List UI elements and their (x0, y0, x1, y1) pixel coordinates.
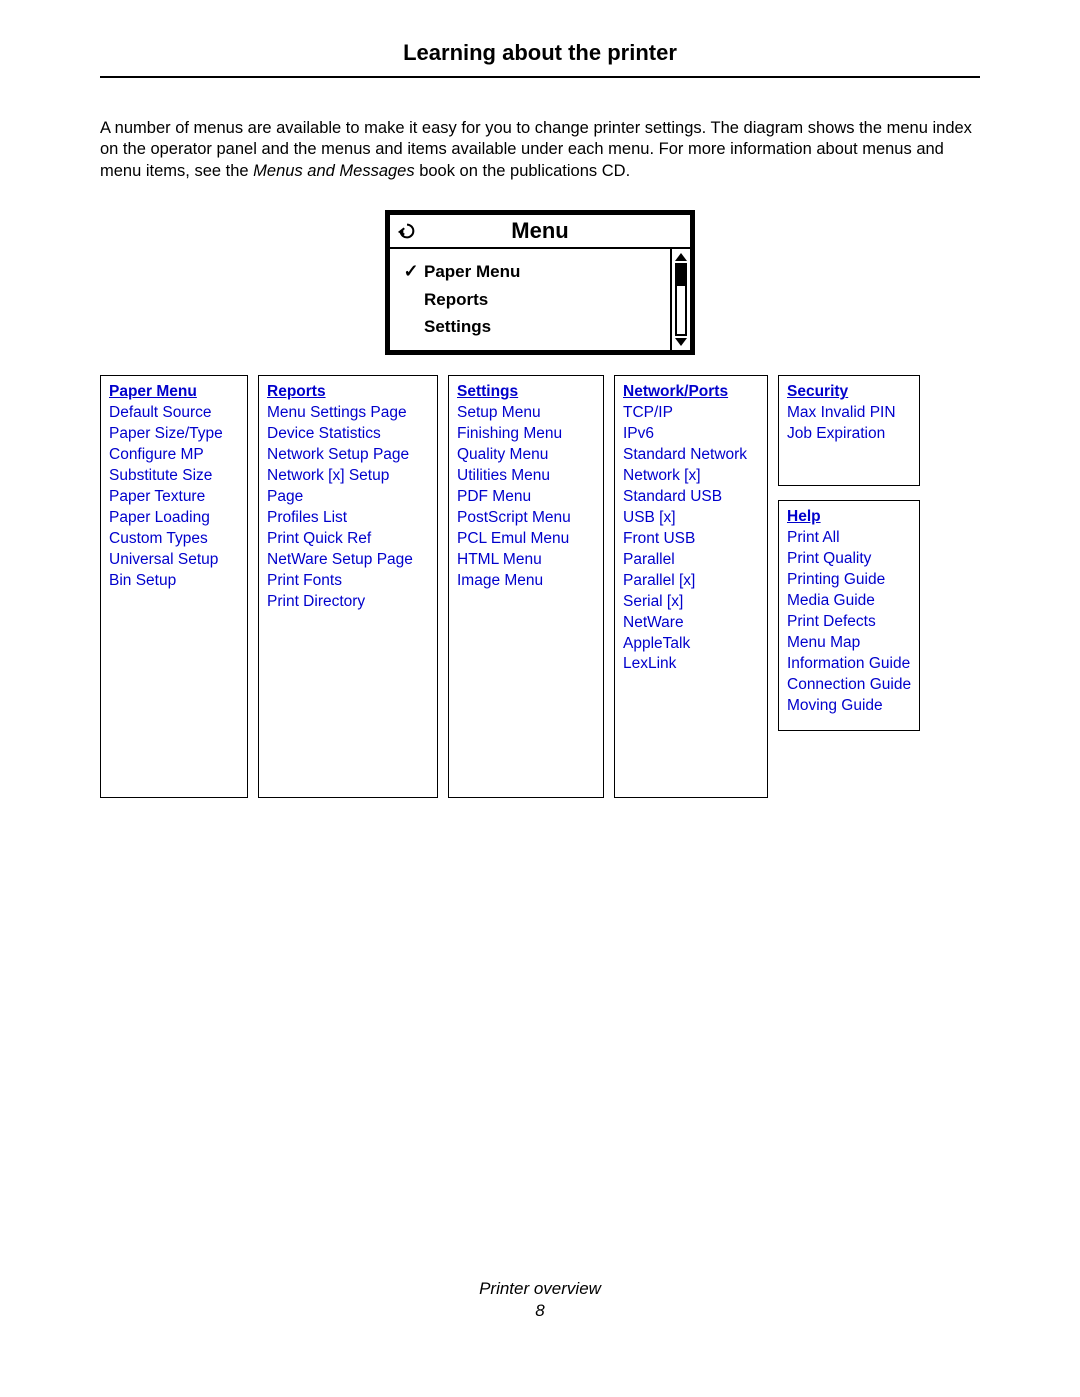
menu-link[interactable]: Parallel [x] (623, 571, 759, 592)
menu-link[interactable]: NetWare Setup Page (267, 550, 429, 571)
col-settings: Settings Setup Menu Finishing Menu Quali… (448, 375, 604, 797)
menu-link[interactable]: Network [x] Setup Page (267, 466, 429, 508)
menu-link[interactable]: Paper Loading (109, 508, 239, 529)
intro-italic: Menus and Messages (253, 162, 414, 180)
menu-link[interactable]: Paper Texture (109, 487, 239, 508)
menu-link[interactable]: Custom Types (109, 529, 239, 550)
col-head[interactable]: Help (787, 507, 911, 528)
menu-link[interactable]: Configure MP (109, 445, 239, 466)
intro-text-2: book on the publications CD. (415, 162, 631, 180)
col-head[interactable]: Reports (267, 382, 429, 403)
col-network-ports: Network/Ports TCP/IP IPv6 Standard Netwo… (614, 375, 768, 797)
menu-link[interactable]: Bin Setup (109, 571, 239, 592)
lcd-menu-item: Settings (398, 313, 662, 340)
menu-link[interactable]: LexLink (623, 654, 759, 675)
back-icon (390, 220, 424, 242)
lcd-menu-item: Reports (398, 286, 662, 313)
menu-link[interactable]: Moving Guide (787, 696, 911, 717)
menu-link[interactable]: Finishing Menu (457, 424, 595, 445)
menu-link[interactable]: Print Fonts (267, 571, 429, 592)
menu-link[interactable]: Substitute Size (109, 466, 239, 487)
menu-link[interactable]: Network Setup Page (267, 445, 429, 466)
menu-link[interactable]: Paper Size/Type (109, 424, 239, 445)
lcd-title: Menu (424, 218, 690, 244)
menu-link[interactable]: Max Invalid PIN (787, 403, 911, 424)
lcd-menu-label: Settings (424, 313, 491, 340)
col-head[interactable]: Paper Menu (109, 382, 239, 403)
menu-link[interactable]: Universal Setup (109, 550, 239, 571)
menu-link[interactable]: USB [x] (623, 508, 759, 529)
menu-link[interactable]: Profiles List (267, 508, 429, 529)
menu-index-table: Paper Menu Default Source Paper Size/Typ… (100, 375, 980, 797)
page-title: Learning about the printer (403, 40, 677, 76)
menu-link[interactable]: PostScript Menu (457, 508, 595, 529)
menu-link[interactable]: Device Statistics (267, 424, 429, 445)
menu-link[interactable]: Print Quick Ref (267, 529, 429, 550)
scroll-thumb (677, 265, 685, 286)
menu-link[interactable]: Media Guide (787, 591, 911, 612)
menu-link[interactable]: Menu Settings Page (267, 403, 429, 424)
menu-link[interactable]: AppleTalk (623, 634, 759, 655)
scroll-down-icon (675, 338, 687, 346)
menu-link[interactable]: Print All (787, 528, 911, 549)
menu-link[interactable]: Setup Menu (457, 403, 595, 424)
page-footer: Printer overview 8 (100, 1278, 980, 1322)
footer-page-number: 8 (100, 1300, 980, 1322)
menu-link[interactable]: Utilities Menu (457, 466, 595, 487)
menu-link[interactable]: Default Source (109, 403, 239, 424)
menu-link[interactable]: Front USB (623, 529, 759, 550)
menu-link[interactable]: Print Quality (787, 549, 911, 570)
menu-link[interactable]: Serial [x] (623, 592, 759, 613)
lcd-menu-label: Reports (424, 286, 488, 313)
col-security: Security Max Invalid PIN Job Expiration (778, 375, 920, 486)
lcd-scrollbar (670, 249, 690, 350)
lcd-menu-label: Paper Menu (424, 258, 520, 285)
col-head[interactable]: Security (787, 382, 911, 403)
lcd-menu-list: ✓ Paper Menu Reports Settings (390, 249, 670, 350)
lcd-panel: Menu ✓ Paper Menu Reports Settings (385, 210, 695, 355)
lcd-menu-item: ✓ Paper Menu (398, 257, 662, 286)
menu-link[interactable]: Menu Map (787, 633, 911, 654)
scroll-up-icon (675, 253, 687, 261)
col-head[interactable]: Network/Ports (623, 382, 759, 403)
col-help: Help Print All Print Quality Printing Gu… (778, 500, 920, 731)
menu-link[interactable]: Standard USB (623, 487, 759, 508)
menu-link[interactable]: Standard Network (623, 445, 759, 466)
menu-link[interactable]: IPv6 (623, 424, 759, 445)
menu-link[interactable]: TCP/IP (623, 403, 759, 424)
menu-link[interactable]: Parallel (623, 550, 759, 571)
menu-link[interactable]: Network [x] (623, 466, 759, 487)
col-reports: Reports Menu Settings Page Device Statis… (258, 375, 438, 797)
menu-link[interactable]: PCL Emul Menu (457, 529, 595, 550)
menu-link[interactable]: HTML Menu (457, 550, 595, 571)
col-head[interactable]: Settings (457, 382, 595, 403)
menu-link[interactable]: NetWare (623, 613, 759, 634)
intro-paragraph: A number of menus are available to make … (100, 118, 980, 182)
check-icon: ✓ (398, 257, 424, 286)
menu-link[interactable]: Print Defects (787, 612, 911, 633)
title-divider (100, 76, 980, 78)
menu-link[interactable]: Information Guide (787, 654, 911, 675)
col-paper-menu: Paper Menu Default Source Paper Size/Typ… (100, 375, 248, 797)
menu-link[interactable]: Image Menu (457, 571, 595, 592)
menu-link[interactable]: Connection Guide (787, 675, 911, 696)
footer-section: Printer overview (100, 1278, 980, 1300)
scroll-track (675, 263, 687, 336)
menu-link[interactable]: Quality Menu (457, 445, 595, 466)
menu-link[interactable]: Job Expiration (787, 424, 911, 445)
menu-link[interactable]: Print Directory (267, 592, 429, 613)
menu-link[interactable]: Printing Guide (787, 570, 911, 591)
menu-link[interactable]: PDF Menu (457, 487, 595, 508)
